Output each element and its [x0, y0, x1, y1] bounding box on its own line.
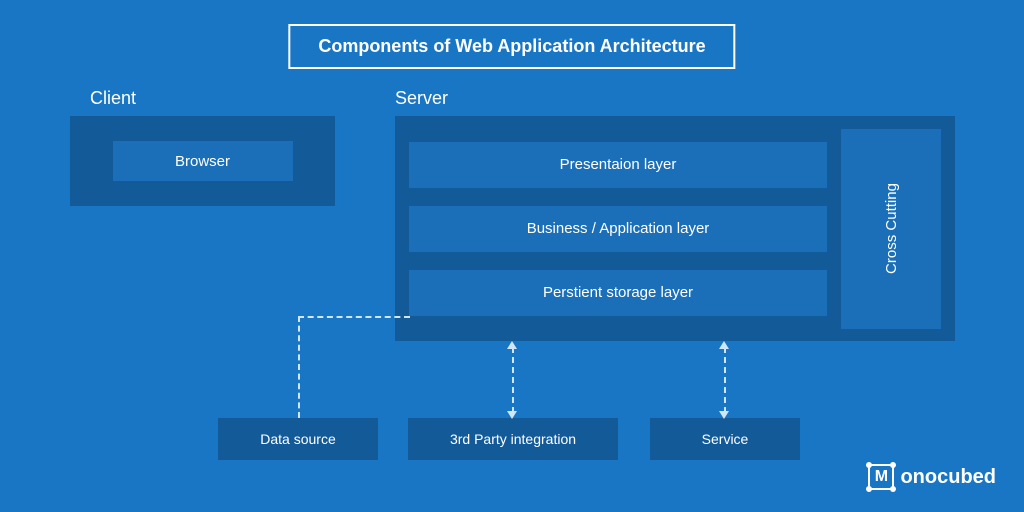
connector-data-source-hline: [298, 316, 410, 318]
connector-third-party-vline: [512, 347, 514, 413]
third-party-box: 3rd Party integration: [408, 418, 618, 460]
diagram-canvas: Components of Web Application Architectu…: [0, 0, 1024, 512]
brand-mark-letter: M: [875, 468, 888, 486]
cross-cutting-label: Cross Cutting: [883, 183, 900, 274]
data-source-label: Data source: [260, 431, 335, 447]
business-layer-label: Business / Application layer: [527, 220, 710, 237]
arrow-down-icon: [719, 411, 729, 419]
diagram-title-text: Components of Web Application Architectu…: [318, 36, 705, 56]
brand-logo-mark: M: [868, 464, 894, 490]
brand-name: onocubed: [900, 466, 996, 489]
connector-data-source-vline: [298, 316, 300, 418]
arrow-down-icon: [507, 411, 517, 419]
presentation-layer-label: Presentaion layer: [560, 156, 677, 173]
service-label: Service: [702, 431, 749, 447]
third-party-label: 3rd Party integration: [450, 431, 576, 447]
client-section-label: Client: [90, 88, 136, 109]
cross-cutting-box: Cross Cutting: [841, 129, 941, 329]
data-source-box: Data source: [218, 418, 378, 460]
storage-layer-label: Perstient storage layer: [543, 284, 693, 301]
arrow-up-icon: [719, 341, 729, 349]
server-container: Presentaion layer Business / Application…: [395, 116, 955, 341]
client-container: Browser: [70, 116, 335, 206]
diagram-title: Components of Web Application Architectu…: [288, 24, 735, 69]
server-section-label: Server: [395, 88, 448, 109]
storage-layer: Perstient storage layer: [409, 270, 827, 316]
business-layer: Business / Application layer: [409, 206, 827, 252]
brand-logo: M onocubed: [868, 464, 996, 490]
server-layers: Presentaion layer Business / Application…: [409, 128, 827, 329]
browser-label: Browser: [175, 153, 230, 170]
service-box: Service: [650, 418, 800, 460]
arrow-up-icon: [507, 341, 517, 349]
presentation-layer: Presentaion layer: [409, 142, 827, 188]
browser-box: Browser: [113, 141, 293, 181]
connector-service-vline: [724, 347, 726, 413]
